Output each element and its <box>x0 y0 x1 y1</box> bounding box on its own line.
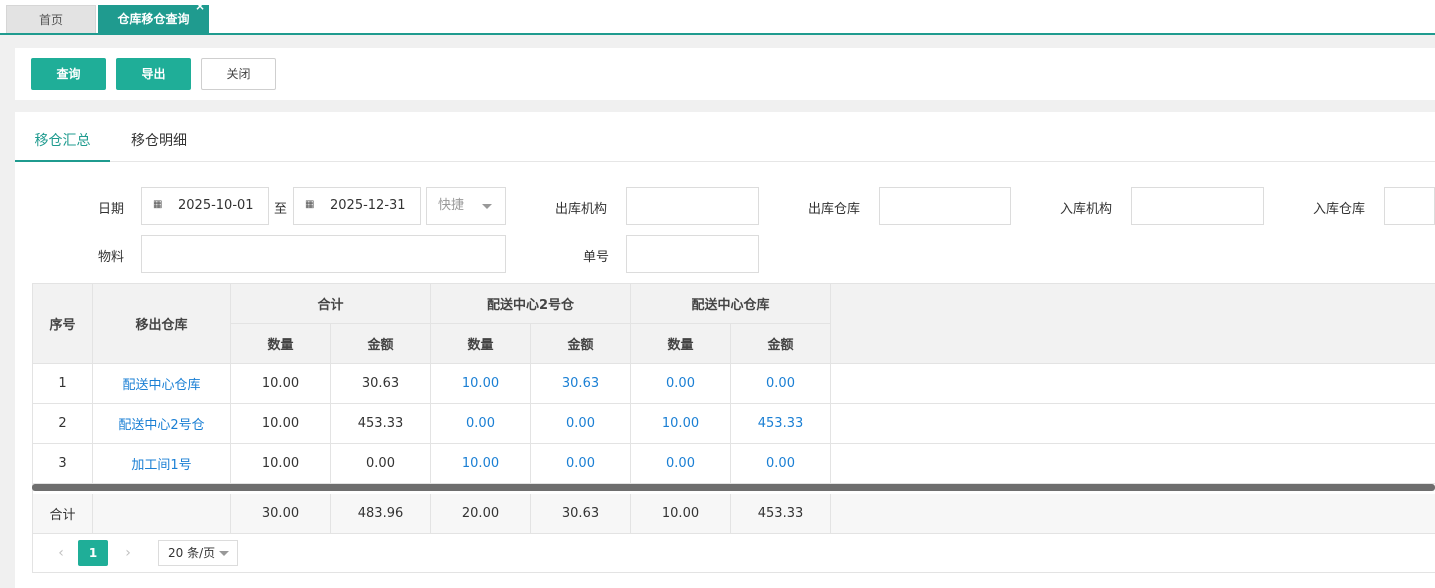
header-qty: 数量 <box>431 324 531 364</box>
header-total: 合计 <box>231 284 431 324</box>
value-link[interactable]: 0.00 <box>631 364 731 404</box>
in-org-label: 入库机构 <box>1060 202 1113 217</box>
close-icon[interactable]: × <box>195 0 205 16</box>
date-range-separator: 至 <box>274 202 288 217</box>
pagination: ‹ 1 › 20 条/页 <box>32 533 1435 573</box>
header-filler <box>831 284 1435 364</box>
header-amount: 金额 <box>531 324 631 364</box>
export-button[interactable]: 导出 <box>116 58 191 90</box>
footer-cell: 483.96 <box>331 494 431 534</box>
page-size-select[interactable]: 20 条/页 <box>158 540 238 566</box>
value-link[interactable]: 10.00 <box>431 444 531 484</box>
tab-bar: 首页 仓库移仓查询 × <box>0 0 1435 35</box>
header-amount: 金额 <box>331 324 431 364</box>
prev-page-icon[interactable]: ‹ <box>51 541 71 565</box>
warehouse-link[interactable]: 加工间1号 <box>93 444 231 484</box>
value-link[interactable]: 10.00 <box>631 404 731 444</box>
next-page-icon[interactable]: › <box>118 541 138 565</box>
header-amount: 金额 <box>731 324 831 364</box>
table-cell: 0.00 <box>331 444 431 484</box>
header-seq: 序号 <box>33 284 93 364</box>
table-cell-seq: 1 <box>33 364 93 404</box>
out-org-label: 出库机构 <box>555 202 608 217</box>
calendar-icon: ▦ <box>153 199 163 210</box>
tab-summary[interactable]: 移仓汇总 <box>15 112 110 162</box>
footer-cell: 30.63 <box>531 494 631 534</box>
value-link[interactable]: 10.00 <box>431 364 531 404</box>
out-wh-field[interactable] <box>879 187 1011 225</box>
row-filler <box>831 444 1435 484</box>
tab-warehouse-transfer-query[interactable]: 仓库移仓查询 × <box>98 0 209 34</box>
close-button[interactable]: 关闭 <box>201 58 276 90</box>
header-qty: 数量 <box>631 324 731 364</box>
out-wh-label: 出库仓库 <box>808 202 861 217</box>
value-link[interactable]: 0.00 <box>731 364 831 404</box>
warehouse-link[interactable]: 配送中心仓库 <box>93 364 231 404</box>
date-to-field[interactable]: ▦ 2025-12-31 <box>293 187 421 225</box>
value-link[interactable]: 0.00 <box>631 444 731 484</box>
sub-tabs: 移仓汇总 移仓明细 <box>15 112 1435 162</box>
footer-filler <box>831 494 1435 534</box>
table-cell-seq: 3 <box>33 444 93 484</box>
row-filler <box>831 364 1435 404</box>
main-panel: 移仓汇总 移仓明细 日期 ▦ 2025-10-01 至 ▦ 2025-12-31… <box>15 112 1435 588</box>
footer-cell: 20.00 <box>431 494 531 534</box>
table-cell-seq: 2 <box>33 404 93 444</box>
value-link[interactable]: 0.00 <box>731 444 831 484</box>
chevron-down-icon <box>482 204 492 209</box>
in-wh-field[interactable] <box>1384 187 1435 225</box>
value-link[interactable]: 453.33 <box>731 404 831 444</box>
row-filler <box>831 404 1435 444</box>
warehouse-link[interactable]: 配送中心2号仓 <box>93 404 231 444</box>
toolbar: 查询 导出 关闭 <box>15 48 1435 100</box>
footer-cell: 30.00 <box>231 494 331 534</box>
in-wh-label: 入库仓库 <box>1313 202 1366 217</box>
in-org-field[interactable] <box>1131 187 1264 225</box>
tab-home[interactable]: 首页 <box>6 5 96 34</box>
quick-select[interactable]: 快捷 <box>426 187 506 225</box>
footer-cell <box>93 494 231 534</box>
order-no-label: 单号 <box>583 250 610 265</box>
header-qty: 数量 <box>231 324 331 364</box>
calendar-icon: ▦ <box>305 199 315 210</box>
table-cell: 30.63 <box>331 364 431 404</box>
header-center2: 配送中心2号仓 <box>431 284 631 324</box>
table-cell: 10.00 <box>231 404 331 444</box>
material-label: 物料 <box>98 250 125 265</box>
material-field[interactable] <box>141 235 506 273</box>
date-label: 日期 <box>98 202 125 217</box>
table-cell: 10.00 <box>231 364 331 404</box>
footer-cell: 453.33 <box>731 494 831 534</box>
summary-table: 序号 移出仓库 合计 配送中心2号仓 配送中心仓库 数量 金额 数量 金额 数量… <box>32 283 1435 534</box>
header-center: 配送中心仓库 <box>631 284 831 324</box>
table-cell: 453.33 <box>331 404 431 444</box>
out-org-field[interactable] <box>626 187 759 225</box>
horizontal-scrollbar[interactable] <box>32 484 1435 491</box>
tab-underline <box>0 33 1435 35</box>
footer-total-label: 合计 <box>33 494 93 534</box>
date-from-field[interactable]: ▦ 2025-10-01 <box>141 187 269 225</box>
tab-label: 仓库移仓查询 <box>117 12 190 26</box>
header-out-warehouse: 移出仓库 <box>93 284 231 364</box>
footer-cell: 10.00 <box>631 494 731 534</box>
page-1-button[interactable]: 1 <box>78 540 108 566</box>
chevron-down-icon <box>219 551 229 556</box>
value-link[interactable]: 0.00 <box>531 404 631 444</box>
order-no-field[interactable] <box>626 235 759 273</box>
query-button[interactable]: 查询 <box>31 58 106 90</box>
tab-detail[interactable]: 移仓明细 <box>115 112 203 162</box>
value-link[interactable]: 0.00 <box>431 404 531 444</box>
table-cell: 10.00 <box>231 444 331 484</box>
value-link[interactable]: 30.63 <box>531 364 631 404</box>
value-link[interactable]: 0.00 <box>531 444 631 484</box>
